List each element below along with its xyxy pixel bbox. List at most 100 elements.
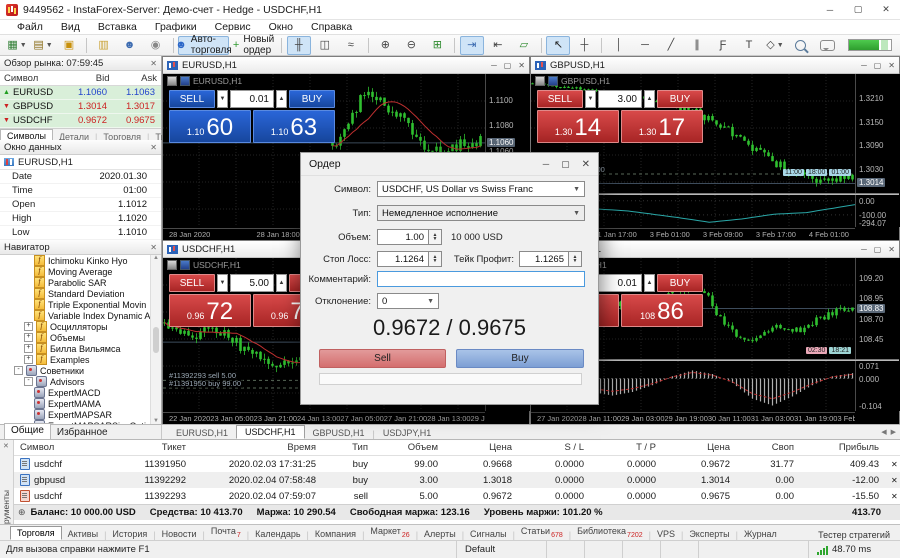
stop-loss-spinner[interactable]: ▲▼ (429, 251, 442, 267)
chart-close-button[interactable]: ✕ (518, 61, 525, 70)
menu-item-Вид[interactable]: Вид (52, 21, 89, 33)
close-position-button[interactable]: ✕ (885, 456, 900, 473)
toolbar-vertical-line-button[interactable]: │ (607, 36, 631, 55)
volume-increase-button[interactable]: ▲ (276, 274, 287, 292)
toolbox-tab-Сигналы[interactable]: Сигналы (464, 528, 513, 540)
toolbar-profiles-button[interactable]: ▤▼ (31, 36, 55, 55)
toolbox-tab-Календарь[interactable]: Календарь (249, 528, 306, 540)
buy-button[interactable]: BUY (657, 90, 703, 108)
toolbar-new-order-button[interactable]: +Новый ордер (231, 36, 276, 55)
volume-input[interactable]: 0.01 (598, 274, 642, 292)
column-header-Тип[interactable]: Тип (322, 440, 374, 456)
chart-maximize-button[interactable]: ▢ (504, 61, 512, 70)
navigator-item-ExpertMAMA[interactable]: ExpertMAMA (0, 398, 161, 409)
time-axis[interactable]: 22 Jan 202023 Jan 05:0023 Jan 21:0024 Ja… (163, 412, 485, 424)
oneclick-icon[interactable] (180, 76, 190, 86)
search-icon[interactable] (795, 40, 806, 51)
sell-price[interactable]: 1.3014 (537, 110, 619, 143)
column-header-actions[interactable] (885, 440, 900, 456)
toolbar-shift-end-button[interactable]: ⇥ (460, 36, 484, 55)
sell-button[interactable]: SELL (169, 274, 215, 292)
navigator-item-Parabolic-SAR[interactable]: fParabolic SAR (0, 277, 161, 288)
order-dialog-titlebar[interactable]: Ордер ─ ▢ ✕ (301, 153, 598, 176)
sell-price[interactable]: 1.1060 (169, 110, 251, 143)
toolbox-tab-Компания[interactable]: Компания (309, 528, 362, 540)
navigator-item-Объемы[interactable]: +fОбъемы (0, 332, 161, 343)
volume-increase-button[interactable]: ▲ (644, 274, 655, 292)
sell-button[interactable]: Sell (319, 349, 446, 368)
navigator-item-Standard-Deviation[interactable]: fStandard Deviation (0, 288, 161, 299)
toolbar-horizontal-line-button[interactable]: ─ (633, 36, 657, 55)
collapse-icon[interactable]: - (24, 377, 33, 386)
ohlc-icon[interactable] (535, 76, 545, 86)
close-icon[interactable]: ✕ (150, 243, 157, 252)
toolbar-fibonacci-button[interactable]: Ƒ (711, 36, 735, 55)
chart-window-titlebar[interactable]: GBPUSD,H1─▢✕ (531, 57, 899, 74)
volume-decrease-button[interactable]: ▼ (217, 90, 228, 108)
close-icon[interactable]: ✕ (3, 442, 9, 450)
price-scale[interactable]: 109.20108.95108.70108.45108.830.0710.000… (855, 258, 900, 411)
navigator-item-ExpertMAPSAR[interactable]: ExpertMAPSAR (0, 409, 161, 420)
chart-tab-EURUSD,H1[interactable]: EURUSD,H1 (168, 427, 236, 439)
toolbox-tab-Маркет[interactable]: Маркет26 (364, 525, 415, 540)
chart-window-titlebar[interactable]: EURUSD,H1─▢✕ (163, 57, 529, 74)
toolbox-tab-Новости[interactable]: Новости (156, 528, 203, 540)
status-profile[interactable]: Default (456, 541, 546, 558)
expand-icon[interactable]: + (24, 322, 33, 331)
volume-decrease-button[interactable]: ▼ (217, 274, 228, 292)
menu-item-Справка[interactable]: Справка (302, 21, 361, 33)
chart-minimize-button[interactable]: ─ (861, 61, 867, 70)
oneclick-icon[interactable] (180, 260, 190, 270)
toolbar-candles-button[interactable]: ◫ (313, 36, 337, 55)
position-row-11392293[interactable]: usdchf113922932020.02.04 07:59:07sell5.0… (14, 488, 900, 504)
volume-spinner[interactable]: ▲▼ (429, 229, 442, 245)
toolbar-bars-button[interactable]: ╫ (287, 36, 311, 55)
chat-icon[interactable] (820, 40, 835, 51)
volume-input[interactable]: 0.01 (230, 90, 274, 108)
time-axis[interactable]: 27 Jan 202028 Jan 11:0029 Jan 03:0029 Ja… (531, 412, 855, 424)
navigator-tab-Общие[interactable]: Общие (4, 423, 51, 439)
buy-button[interactable]: BUY (657, 274, 703, 292)
navigator-item-Variable-Index-Dynamic-A[interactable]: fVariable Index Dynamic A (0, 310, 161, 321)
column-ask[interactable]: Ask (114, 73, 162, 84)
toolbar-line-chart-button[interactable]: ≈ (339, 36, 363, 55)
sell-button[interactable]: SELL (169, 90, 215, 108)
navigator-scrollbar[interactable]: ▲ ▼ (150, 255, 161, 424)
expand-icon[interactable]: ⊕ (18, 507, 26, 518)
column-header-S / L[interactable]: S / L (518, 440, 590, 456)
navigator-item-Билла-Вильямса[interactable]: +fБилла Вильямса (0, 343, 161, 354)
close-position-button[interactable]: ✕ (885, 488, 900, 504)
column-bid[interactable]: Bid (66, 73, 114, 84)
navigator-item-Moving-Average[interactable]: fMoving Average (0, 266, 161, 277)
buy-price[interactable]: 1.1063 (253, 110, 335, 143)
market-watch-row-USDCHF[interactable]: ▼USDCHF0.96720.9675 (0, 114, 161, 128)
take-profit-input[interactable]: 1.1265 (519, 251, 569, 267)
column-header-Прибыль[interactable]: Прибыль (800, 440, 885, 456)
toolbar-auto-scroll-button[interactable]: ⇤ (486, 36, 510, 55)
toolbox-tab-Активы[interactable]: Активы (62, 528, 104, 540)
volume-decrease-button[interactable]: ▼ (585, 90, 596, 108)
toolbar-autotrade-button[interactable]: ☻Авто-торговля (178, 36, 229, 55)
navigator-item-Examples[interactable]: +fExamples (0, 354, 161, 365)
column-header-Время[interactable]: Время (192, 440, 322, 456)
navigator-item-Советники[interactable]: -Советники (0, 365, 161, 376)
toolbar-history-center-button[interactable]: ▣ (57, 36, 81, 55)
column-header-Тикет[interactable]: Тикет (104, 440, 192, 456)
expand-icon[interactable]: + (24, 344, 33, 353)
deviation-select[interactable]: 0 ▼ (377, 293, 439, 309)
toolbar-text-button[interactable]: T (737, 36, 761, 55)
column-symbol[interactable]: Символ (0, 73, 66, 84)
market-watch-row-GBPUSD[interactable]: ▼GBPUSD1.30141.3017 (0, 100, 161, 114)
chart-close-button[interactable]: ✕ (888, 61, 895, 70)
buy-button[interactable]: BUY (289, 90, 335, 108)
chart-minimize-button[interactable]: ─ (491, 61, 497, 70)
toolbar-signals-button[interactable]: ◉ (144, 36, 168, 55)
toolbar-trend-line-button[interactable]: ╱ (659, 36, 683, 55)
expand-icon[interactable]: + (24, 355, 33, 364)
buy-button[interactable]: Buy (456, 349, 584, 368)
ohlc-icon[interactable] (167, 76, 177, 86)
position-row-11392292[interactable]: gbpusd113922922020.02.04 07:58:48buy3.00… (14, 472, 900, 488)
symbol-select[interactable]: USDCHF, US Dollar vs Swiss Franc ▼ (377, 181, 585, 197)
scroll-up-icon[interactable]: ▲ (153, 255, 159, 261)
sell-button[interactable]: SELL (537, 90, 583, 108)
